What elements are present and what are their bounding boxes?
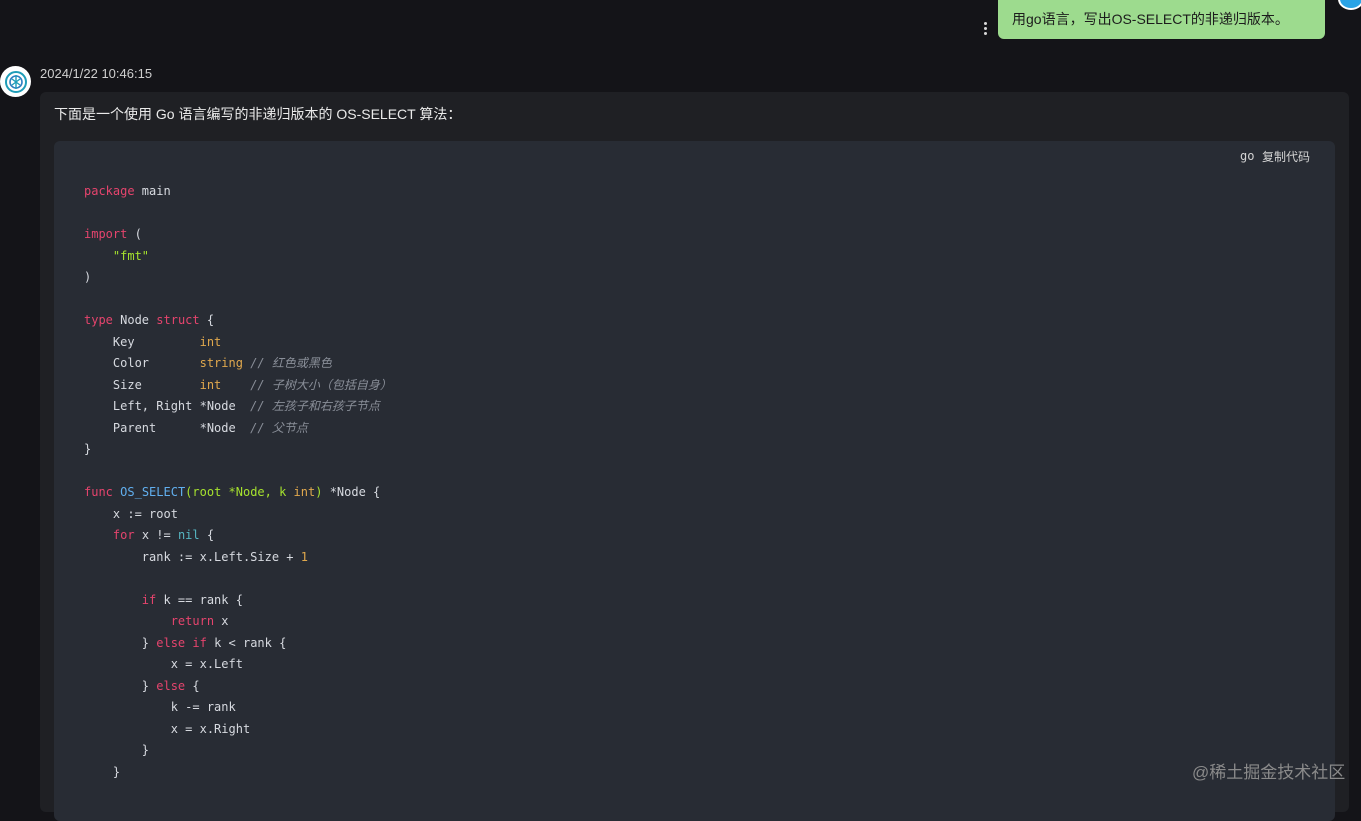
code-token: { [185, 678, 200, 693]
code-line: return x [84, 611, 392, 633]
code-token: type [84, 313, 113, 327]
code-line: for x != nil { [84, 525, 392, 547]
code-line: k -= rank [84, 697, 392, 719]
code-token: // 父节点 [250, 420, 308, 435]
code-token: k < rank { [206, 635, 287, 650]
code-token: if [141, 592, 157, 607]
code-line: if k == rank { [84, 590, 392, 612]
user-avatar [1338, 0, 1361, 10]
code-token: x = x.Left [84, 657, 243, 671]
bot-message-intro: 下面是一个使用 Go 语言编写的非递归版本的 OS-SELECT 算法： [54, 106, 462, 122]
code-token: return [170, 614, 215, 628]
code-token: int [199, 334, 222, 349]
code-token: x = x.Right [84, 721, 251, 736]
code-token: OS_SELECT [120, 485, 186, 499]
code-token: } [84, 635, 157, 650]
code-language-label: go [1240, 149, 1255, 163]
code-token: ) [84, 270, 92, 284]
user-message-bubble: 用go语言，写出OS-SELECT的非递归版本。 [998, 0, 1325, 39]
code-token: else [156, 635, 186, 650]
code-token: Parent *Node [84, 420, 251, 435]
code-line: Key int [84, 332, 392, 354]
code-line: Left, Right *Node // 左孩子和右孩子节点 [84, 396, 392, 418]
code-token: Left, Right *Node [84, 399, 251, 413]
code-line: } else { [84, 676, 392, 698]
code-token: 1 [300, 549, 308, 564]
code-token: Size [84, 377, 200, 392]
code-token: rank := x.Left.Size + [84, 549, 301, 564]
code-token: for [112, 528, 135, 542]
code-token: ( [127, 227, 142, 241]
code-token: } [84, 743, 150, 757]
code-line: } [84, 762, 392, 784]
watermark: @稀土掘金技术社区 [1192, 763, 1346, 782]
code-line: "fmt" [84, 246, 392, 268]
code-token: *Node { [322, 485, 381, 499]
code-token: package [84, 184, 135, 198]
code-line: type Node struct { [84, 310, 392, 332]
code-line: import ( [84, 224, 392, 246]
code-token: x [214, 614, 229, 628]
code-token: int [293, 485, 316, 499]
code-token: (root *Node, k [185, 485, 294, 499]
code-token: struct [156, 313, 200, 327]
code-line: } [84, 439, 392, 461]
code-token: "fmt" [112, 248, 150, 263]
code-line: x := root [84, 504, 392, 526]
code-token: // 左孩子和右孩子节点 [250, 399, 380, 413]
code-token: k -= rank [84, 700, 236, 714]
code-line: Size int // 子树大小（包括自身） [84, 375, 392, 397]
code-token: Node [112, 313, 157, 327]
code-token: string [199, 356, 243, 370]
code-line: } [84, 740, 392, 762]
code-token: Key [84, 334, 200, 349]
code-token: k == rank { [156, 592, 243, 607]
code-line: func OS_SELECT(root *Node, k int) *Node … [84, 482, 392, 504]
code-content: package main import ( "fmt") type Node str… [84, 181, 392, 783]
more-options-icon[interactable] [980, 22, 990, 40]
code-line: package main [84, 181, 392, 203]
code-line: Color string // 红色或黑色 [84, 353, 392, 375]
code-token: else [156, 678, 186, 693]
code-token: nil [177, 528, 200, 542]
code-token: main [134, 184, 171, 198]
code-token: } [84, 764, 121, 779]
code-token: } [84, 678, 157, 693]
code-line: ) [84, 267, 392, 289]
copy-code-button[interactable]: 复制代码 [1262, 148, 1310, 165]
bot-avatar [0, 66, 31, 97]
code-line: rank := x.Left.Size + 1 [84, 547, 392, 569]
code-token: x != [134, 528, 178, 542]
code-token: int [199, 377, 222, 392]
code-token: if [192, 635, 207, 650]
code-token: // 子树大小（包括自身） [250, 377, 392, 392]
code-token: } [84, 442, 92, 456]
code-token: Color [84, 356, 200, 370]
code-token: { [199, 313, 215, 327]
code-line: } else if k < rank { [84, 633, 392, 655]
code-token: { [199, 528, 215, 542]
message-timestamp: 2024/1/22 10:46:15 [40, 66, 153, 81]
code-token: x := root [84, 506, 178, 521]
user-message-text: 用go语言，写出OS-SELECT的非递归版本。 [1012, 11, 1289, 27]
code-line: x = x.Left [84, 654, 392, 676]
code-line: x = x.Right [84, 719, 392, 741]
code-token: func [84, 485, 113, 499]
bot-logo-icon [4, 70, 27, 93]
code-token: import [84, 227, 128, 241]
code-token: // 红色或黑色 [250, 356, 332, 370]
code-line: Parent *Node // 父节点 [84, 418, 392, 440]
